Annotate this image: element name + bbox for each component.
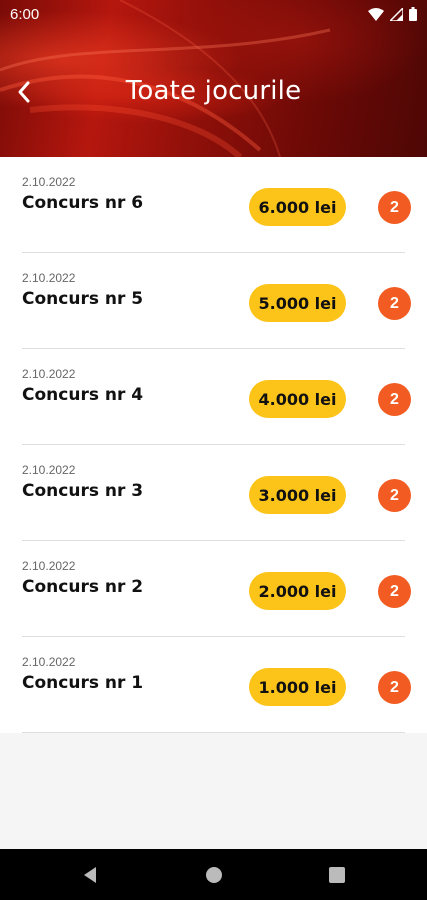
app-header: 6:00 Toate jocurile xyxy=(0,0,427,157)
contest-name: Concurs nr 2 xyxy=(22,577,144,597)
contest-date: 2.10.2022 xyxy=(22,655,76,669)
status-icons xyxy=(368,7,417,21)
contest-item[interactable]: 2.10.2022 Concurs nr 2 2.000 lei 2 xyxy=(22,541,411,637)
contest-name: Concurs nr 6 xyxy=(22,193,144,213)
contest-item[interactable]: 2.10.2022 Concurs nr 3 3.000 lei 2 xyxy=(22,445,411,541)
nav-back-button[interactable] xyxy=(78,863,102,887)
contest-name: Concurs nr 1 xyxy=(22,673,144,693)
prize-badge: 2.000 lei xyxy=(249,572,346,610)
status-bar: 6:00 xyxy=(0,0,427,28)
contest-list: 2.10.2022 Concurs nr 6 6.000 lei 2 2.10.… xyxy=(0,157,427,733)
nav-home-button[interactable] xyxy=(202,863,226,887)
contest-name: Concurs nr 3 xyxy=(22,481,144,501)
count-badge: 2 xyxy=(378,191,411,224)
nav-recents-icon xyxy=(329,867,345,883)
battery-icon xyxy=(409,7,417,21)
prize-badge: 4.000 lei xyxy=(249,380,346,418)
contest-item[interactable]: 2.10.2022 Concurs nr 6 6.000 lei 2 xyxy=(22,157,411,253)
contest-date: 2.10.2022 xyxy=(22,175,76,189)
contest-name: Concurs nr 5 xyxy=(22,289,144,309)
nav-back-icon xyxy=(84,867,96,883)
count-badge: 2 xyxy=(378,287,411,320)
contest-date: 2.10.2022 xyxy=(22,271,76,285)
contest-item[interactable]: 2.10.2022 Concurs nr 5 5.000 lei 2 xyxy=(22,253,411,349)
contest-name: Concurs nr 4 xyxy=(22,385,144,405)
signal-icon xyxy=(390,7,403,21)
status-time: 6:00 xyxy=(10,5,40,23)
contest-date: 2.10.2022 xyxy=(22,367,76,381)
count-badge: 2 xyxy=(378,575,411,608)
contest-item[interactable]: 2.10.2022 Concurs nr 4 4.000 lei 2 xyxy=(22,349,411,445)
count-badge: 2 xyxy=(378,383,411,416)
count-badge: 2 xyxy=(378,671,411,704)
prize-badge: 3.000 lei xyxy=(249,476,346,514)
nav-recents-button[interactable] xyxy=(325,863,349,887)
page-title: Toate jocurile xyxy=(125,76,302,106)
prize-badge: 5.000 lei xyxy=(249,284,346,322)
prize-badge: 6.000 lei xyxy=(249,188,346,226)
prize-badge: 1.000 lei xyxy=(249,668,346,706)
count-badge: 2 xyxy=(378,479,411,512)
wifi-icon xyxy=(368,7,384,21)
contest-item[interactable]: 2.10.2022 Concurs nr 1 1.000 lei 2 xyxy=(22,637,411,733)
contest-date: 2.10.2022 xyxy=(22,559,76,573)
contest-date: 2.10.2022 xyxy=(22,463,76,477)
system-nav-bar xyxy=(0,849,427,900)
nav-home-icon xyxy=(206,867,222,883)
